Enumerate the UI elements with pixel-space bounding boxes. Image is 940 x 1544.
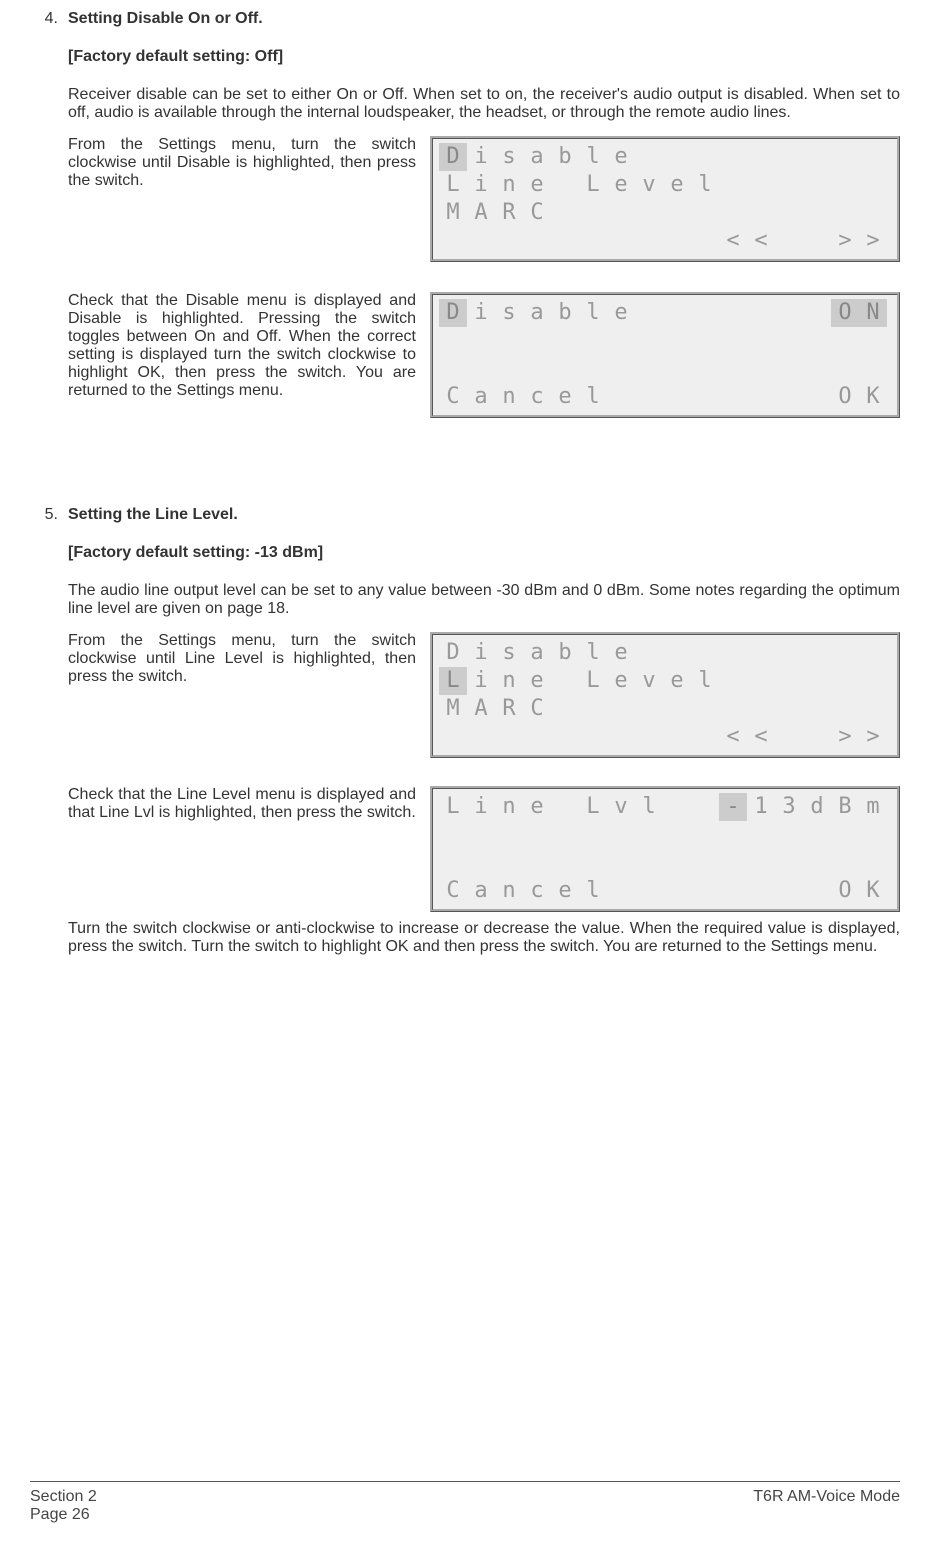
- section-5: 5. Setting the Line Level. [Factory defa…: [30, 506, 900, 970]
- lcd-screen-3: Disable Line Level MARC << >>: [430, 632, 900, 758]
- section-5-step-1-text: From the Settings menu, turn the switch …: [68, 632, 416, 686]
- section-5-step-1: From the Settings menu, turn the switch …: [68, 632, 900, 758]
- page-footer: Section 2 Page 26 T6R AM-Voice Mode: [30, 1481, 900, 1524]
- section-4-num: 4.: [30, 10, 68, 446]
- section-5-step-2b-text: Turn the switch clockwise or anti-clockw…: [68, 920, 900, 956]
- footer-left: Section 2 Page 26: [30, 1488, 97, 1524]
- footer-right: T6R AM-Voice Mode: [753, 1488, 900, 1524]
- page: 4. Setting Disable On or Off. [Factory d…: [0, 0, 940, 1544]
- lcd-screen-2: Disable ON Cancel OK: [430, 292, 900, 418]
- section-4-default: [Factory default setting: Off]: [68, 48, 900, 66]
- section-4-step-2-text: Check that the Disable menu is displayed…: [68, 292, 416, 400]
- section-4-step-1-text: From the Settings menu, turn the switch …: [68, 136, 416, 190]
- section-4-step-2: Check that the Disable menu is displayed…: [68, 292, 900, 418]
- section-4-step-1: From the Settings menu, turn the switch …: [68, 136, 900, 262]
- lcd-screen-4: Line Lvl -13dBm Cancel OK: [430, 786, 900, 912]
- section-4-title: Setting Disable On or Off.: [68, 10, 900, 28]
- section-5-step-2-text: Check that the Line Level menu is displa…: [68, 786, 416, 822]
- footer-section: Section 2: [30, 1488, 97, 1506]
- section-5-num: 5.: [30, 506, 68, 970]
- footer-page: Page 26: [30, 1506, 97, 1524]
- section-5-intro: The audio line output level can be set t…: [68, 582, 900, 618]
- section-5-title: Setting the Line Level.: [68, 506, 900, 524]
- lcd-screen-1: Disable Line Level MARC << >>: [430, 136, 900, 262]
- section-5-step-2: Check that the Line Level menu is displa…: [68, 786, 900, 912]
- section-4-intro: Receiver disable can be set to either On…: [68, 86, 900, 122]
- section-4: 4. Setting Disable On or Off. [Factory d…: [30, 10, 900, 446]
- section-5-default: [Factory default setting: -13 dBm]: [68, 544, 900, 562]
